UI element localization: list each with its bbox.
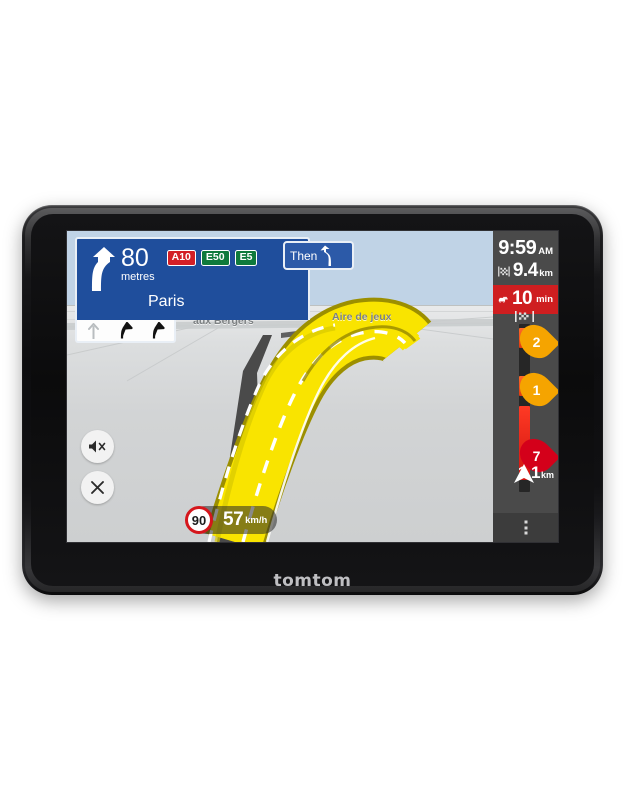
lane-bear-right-icon [120,322,133,339]
current-speed-value: 57 [223,509,244,530]
route-incident-pin[interactable]: 2 [513,318,558,365]
checkered-flag-icon [498,265,510,277]
instruction-card[interactable]: 80 metres A10 E50 E5 Paris [75,237,310,320]
navigation-device: aux Bergers Aire de jeux 80 metres A10 E… [22,205,603,595]
instruction-distance-unit: metres [121,271,155,283]
road-shield-e5: E5 [234,250,258,266]
route-progress-track[interactable]: 2 1 7 1.1 km [493,311,558,514]
traffic-delay-unit: min [536,293,553,305]
road-shield-a10: A10 [166,250,196,266]
mute-button[interactable] [81,430,114,463]
remaining-distance-unit: km [539,268,553,279]
mute-speaker-icon [89,440,106,453]
position-distance-unit: km [540,470,554,480]
bear-right-arrow-icon [92,247,115,291]
position-distance-value: 1.1 [517,463,541,482]
then-instruction-panel[interactable]: Then [283,241,354,270]
traffic-delay-value: 10 [511,288,533,309]
lane-guidance [75,320,176,343]
close-x-icon [91,481,104,494]
instruction-street-name: Paris [148,293,185,310]
distance-to-next-incident: 1.1 km [518,463,554,483]
device-screen[interactable]: aux Bergers Aire de jeux 80 metres A10 E… [67,231,558,542]
route-incident-pin[interactable]: 1 [513,366,558,413]
eta-block[interactable]: 9:59 AM 9.4 km [493,231,558,285]
remaining-distance-row: 9.4 km [498,260,553,282]
route-incident-value: 1 [532,381,541,398]
instruction-panel[interactable]: 80 metres A10 E50 E5 Paris [75,237,310,343]
lane-bear-right-icon [153,322,165,339]
traffic-car-icon [498,296,508,303]
lane-straight-icon [87,323,99,339]
traffic-delay-badge[interactable]: 10 min [493,285,558,314]
instruction-distance-value: 80 [121,244,149,272]
route-incident-value: 2 [532,333,541,350]
route-bar[interactable]: 9:59 AM 9.4 km 10 min 2 1 7 1.1 km [493,231,558,542]
arrival-time: 9:59 [498,237,537,259]
kebab-dot [524,520,527,524]
map-label-aire-de-jeux: Aire de jeux [332,311,392,323]
arrival-time-row: 9:59 AM [498,237,553,260]
bear-left-arrow-icon [320,245,332,266]
kebab-menu-icon[interactable] [524,518,527,537]
close-button[interactable] [81,471,114,504]
speed-unit: km/h [245,514,268,526]
map-view[interactable]: aux Bergers Aire de jeux 80 metres A10 E… [67,231,493,542]
speed-limit-value: 90 [191,512,207,528]
then-label: Then [290,248,318,263]
remaining-distance: 9.4 [512,260,538,281]
route-incident-value: 7 [532,447,541,464]
arrival-meridiem: AM [538,246,553,257]
route-bar-menu-zone[interactable] [493,513,558,542]
road-shield-e50: E50 [200,250,230,266]
kebab-dot [524,531,527,535]
instruction-distance: 80 metres [121,246,155,284]
brand-logo: tomtom [273,571,352,591]
speed-panel: 90 57 km/h [185,506,278,534]
route-destination-marker-icon [515,311,534,322]
kebab-dot [524,526,527,529]
road-shield-list: A10 E50 E5 [166,250,258,266]
speed-limit-sign: 90 [185,506,213,534]
